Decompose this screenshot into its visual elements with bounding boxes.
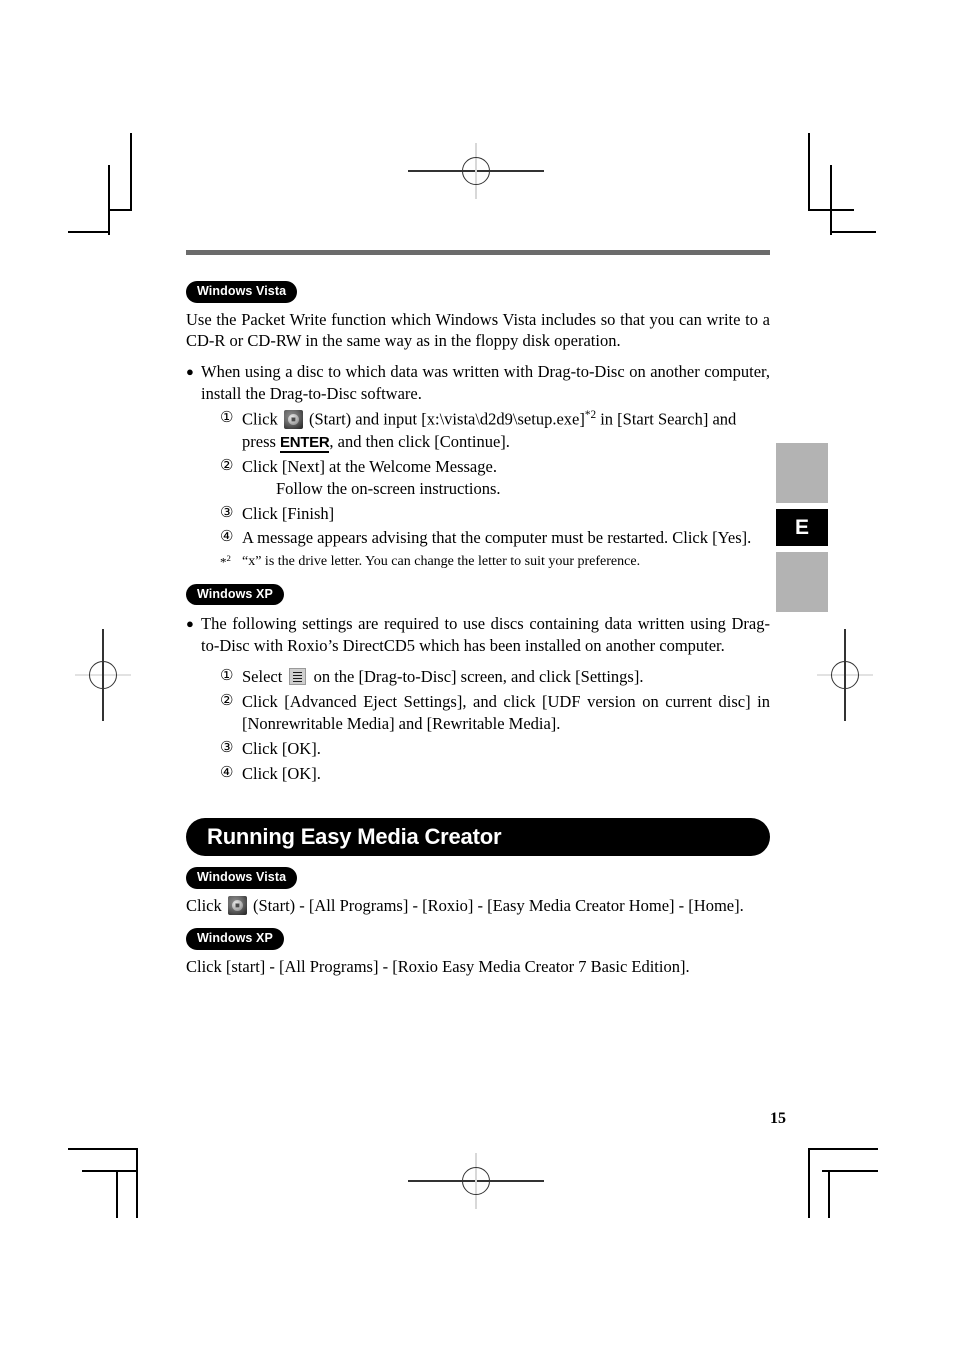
- crop-mark-bottom-left: [68, 1148, 188, 1248]
- step-number: ④: [220, 529, 234, 546]
- xp-bullet-text: The following settings are required to u…: [201, 614, 770, 656]
- running-xp-instruction: Click [start] - [All Programs] - [Roxio …: [186, 956, 690, 976]
- section-xp: Windows XP ● The following settings are …: [186, 583, 770, 785]
- os-badge-windows-xp: Windows XP: [186, 583, 284, 606]
- registration-mark-right-center: [817, 629, 873, 721]
- vista-footnote: *2 “x” is the drive letter. You can chan…: [186, 553, 770, 572]
- crop-mark-top-left: [68, 133, 188, 235]
- section-vista: Windows Vista Use the Packet Write funct…: [186, 281, 770, 572]
- running-vista-block: Windows Vista Click (Start) - [All Progr…: [186, 867, 770, 916]
- step-text-after-icon: on the [Drag-to-Disc] screen, and click …: [309, 667, 644, 687]
- step-number: ①: [220, 410, 234, 427]
- section-heading-label: Running Easy Media Creator: [207, 824, 502, 850]
- registration-mark-top-center: [408, 143, 544, 199]
- xp-step-3: ③ Click [OK].: [186, 738, 770, 760]
- thumb-tab-below: [776, 552, 828, 612]
- vista-step-1: ① Click (Start) and input [x:\vista\d2d9…: [186, 408, 770, 453]
- registration-mark-left-center: [75, 629, 131, 721]
- vista-step-2: ② Click [Next] at the Welcome Message.: [186, 456, 770, 478]
- vista-intro-paragraph: Use the Packet Write function which Wind…: [186, 309, 770, 351]
- thumb-tab-above: [776, 443, 828, 503]
- section-heading-running-easy-media-creator: Running Easy Media Creator: [186, 818, 770, 857]
- windows-start-icon: [283, 409, 303, 429]
- step-text-before-icon: Select: [242, 667, 287, 687]
- xp-step-1: ① Select on the [Drag-to-Disc] screen, a…: [186, 666, 770, 688]
- os-badge-windows-vista: Windows Vista: [186, 281, 298, 303]
- step-text-after-icon: (Start) and input [x:\vista\d2d9\setup.e…: [304, 409, 585, 429]
- vista-bullet-text: When using a disc to which data was writ…: [201, 362, 770, 404]
- windows-start-icon: [227, 895, 247, 915]
- registration-mark-bottom-center: [408, 1153, 544, 1209]
- step-text-before-icon: Click: [242, 409, 282, 429]
- vista-step-1-text: Click (Start) and input [x:\vista\d2d9\s…: [242, 408, 770, 453]
- page-number: 15: [770, 1110, 786, 1127]
- os-badge-windows-vista-2: Windows Vista: [186, 867, 298, 889]
- thumb-tab-letter: E: [794, 515, 809, 539]
- vista-step-4-text: A message appears advising that the comp…: [242, 528, 752, 548]
- instruction-text-after-icon: (Start) - [All Programs] - [Roxio] - [Ea…: [248, 895, 744, 915]
- vista-step-2-text: Click [Next] at the Welcome Message.: [242, 456, 497, 476]
- running-vista-instruction: Click (Start) - [All Programs] - [Roxio]…: [186, 895, 770, 917]
- step-number: ③: [220, 504, 234, 521]
- crop-mark-top-right: [788, 133, 908, 235]
- drag-to-disc-menu-icon: [289, 668, 307, 686]
- vista-step-3-text: Click [Finish]: [242, 503, 335, 523]
- os-badge-windows-xp-2: Windows XP: [186, 928, 284, 950]
- xp-step-3-text: Click [OK].: [242, 739, 321, 759]
- xp-step-1-text: Select on the [Drag-to-Disc] screen, and…: [242, 666, 770, 688]
- xp-step-4: ④ Click [OK].: [186, 763, 770, 785]
- header-rule: [186, 250, 770, 255]
- step-text-end: , and then click [Continue].: [329, 431, 510, 451]
- step-number: ②: [220, 457, 234, 474]
- xp-bullet-item: ● The following settings are required to…: [186, 613, 770, 657]
- vista-bullet-item: ● When using a disc to which data was wr…: [186, 361, 770, 405]
- vista-step-3: ③ Click [Finish]: [186, 503, 770, 525]
- xp-step-2: ② Click [Advanced Eject Settings], and c…: [186, 691, 770, 735]
- bullet-icon: ●: [186, 616, 194, 632]
- enter-key-cap: ENTER: [280, 433, 330, 453]
- step-number: ③: [220, 740, 234, 757]
- xp-step-4-text: Click [OK].: [242, 764, 321, 784]
- crop-mark-bottom-right: [788, 1148, 908, 1248]
- bullet-icon: ●: [186, 364, 194, 380]
- step-number: ①: [220, 668, 234, 685]
- running-xp-block: Windows XP Click [start] - [All Programs…: [186, 928, 770, 977]
- step-number: ④: [220, 765, 234, 782]
- page-content: Windows Vista Use the Packet Write funct…: [186, 250, 770, 978]
- footnote-reference: *2: [584, 409, 597, 422]
- vista-footnote-text: “x” is the drive letter. You can change …: [242, 554, 641, 570]
- vista-step-2-continuation: Follow the on-screen instructions.: [276, 478, 501, 498]
- thumb-tab-current-chapter: E: [776, 509, 828, 546]
- footnote-mark: *2: [220, 553, 242, 572]
- xp-step-2-text: Click [Advanced Eject Settings], and cli…: [242, 692, 770, 734]
- step-number: ②: [220, 693, 234, 710]
- vista-step-4: ④ A message appears advising that the co…: [186, 527, 770, 549]
- instruction-text-before-icon: Click: [186, 895, 226, 915]
- footnote-mark-number: 2: [226, 553, 231, 564]
